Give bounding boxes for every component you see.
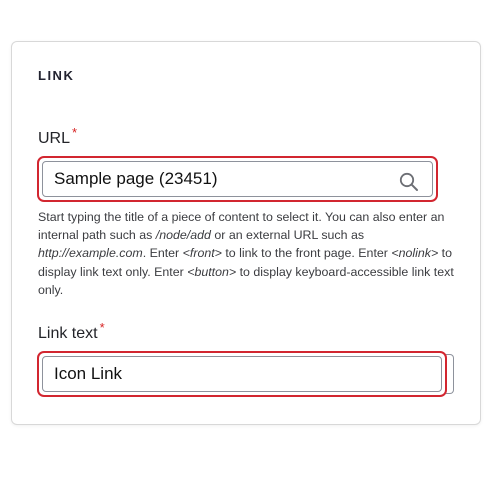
description-emphasis: <nolink> [391, 246, 439, 261]
url-label-text: URL [38, 130, 71, 147]
description-emphasis: http://example.com [38, 246, 143, 261]
url-label: URL * [38, 125, 77, 148]
link-text-label-text: Link text [38, 325, 98, 342]
link-text-label: Link text * [38, 320, 105, 343]
required-marker: * [72, 125, 78, 140]
description-emphasis: <button> [187, 264, 237, 279]
description-text: or an external URL such as [210, 228, 365, 243]
description-text: . Enter [142, 246, 183, 261]
section-title: LINK [38, 68, 75, 83]
url-description: Start typing the title of a piece of con… [38, 208, 458, 299]
description-emphasis: <front> [182, 246, 222, 261]
required-marker: * [99, 320, 105, 335]
link-text-input-edge [446, 354, 454, 394]
description-text: to link to the front page. Enter [221, 246, 392, 261]
link-text-input[interactable]: Icon Link [42, 356, 442, 392]
url-input-focus-ring: Sample page (23451) [37, 156, 438, 202]
link-text-input-focus-ring: Icon Link [37, 351, 447, 397]
description-emphasis: /node/add [155, 228, 211, 243]
search-icon [399, 172, 418, 191]
link-text-input-value: Icon Link [54, 364, 123, 383]
url-input[interactable]: Sample page (23451) [42, 161, 433, 197]
url-input-value: Sample page (23451) [54, 169, 218, 188]
